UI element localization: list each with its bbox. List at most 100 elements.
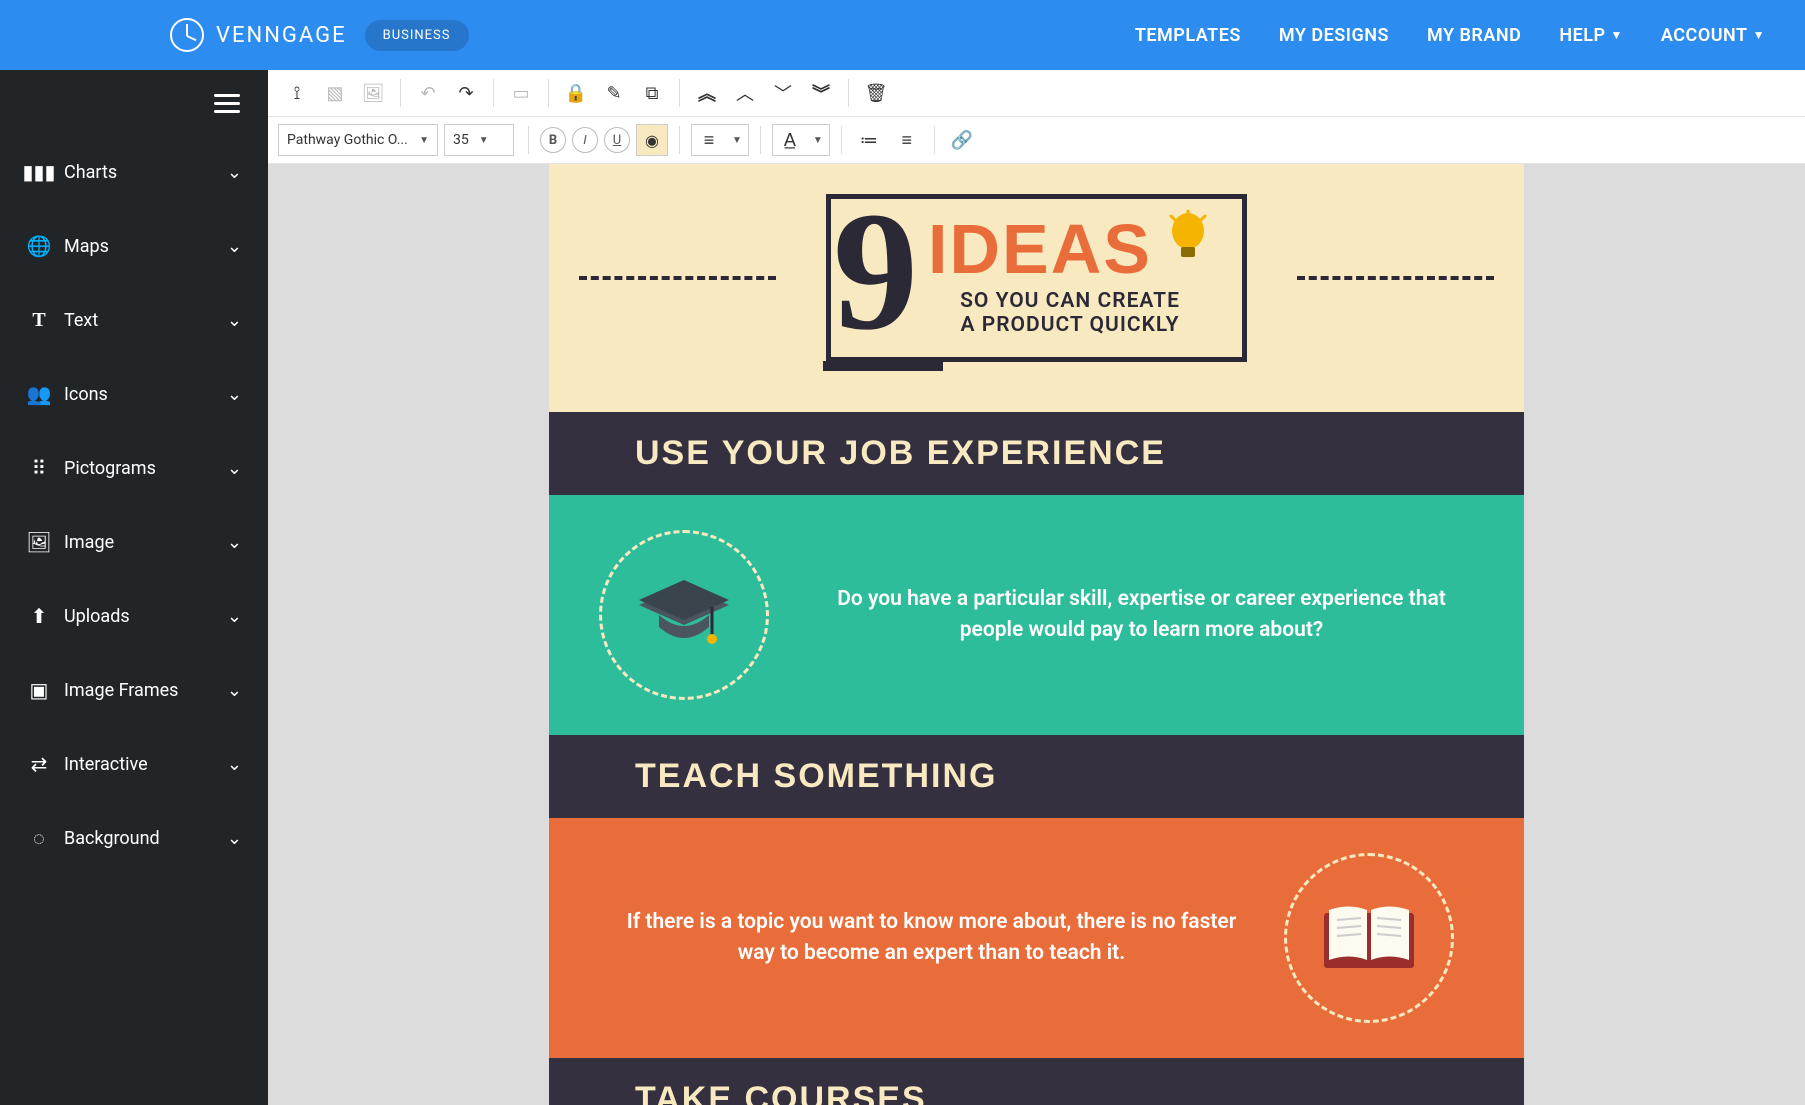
- font-select[interactable]: Pathway Gothic O... ▼: [278, 124, 438, 156]
- people-icon: 👥: [26, 382, 52, 406]
- chevron-down-icon: ⌄: [227, 236, 242, 257]
- image-placeholder-icon[interactable]: 🖼: [356, 76, 390, 110]
- section-heading-1[interactable]: USE YOUR JOB EXPERIENCE: [549, 412, 1524, 495]
- italic-button[interactable]: I: [572, 127, 598, 153]
- send-to-back-icon[interactable]: ︾: [804, 76, 838, 110]
- chevron-down-icon: ⌄: [227, 828, 242, 849]
- sidebar-item-text[interactable]: T Text ⌄: [0, 283, 268, 357]
- globe-icon: 🌐: [26, 234, 52, 258]
- orange-blurb[interactable]: If there is a topic you want to know mor…: [619, 907, 1244, 970]
- sidebar-item-pictograms[interactable]: ⠿ Pictograms ⌄: [0, 431, 268, 505]
- chevron-down-icon: ⌄: [227, 384, 242, 405]
- edit-icon[interactable]: ✎: [597, 76, 631, 110]
- copy-icon[interactable]: ⧉: [635, 76, 669, 110]
- delete-icon[interactable]: 🗑: [859, 76, 893, 110]
- sidebar-item-charts[interactable]: ▮▮▮ Charts ⌄: [0, 135, 268, 209]
- undo-icon[interactable]: ↶: [411, 76, 445, 110]
- nav-help[interactable]: HELP▼: [1559, 25, 1623, 46]
- brand-name: VENNGAGE: [216, 23, 347, 48]
- nav-my-designs[interactable]: MY DESIGNS: [1279, 25, 1389, 46]
- sidebar-item-maps[interactable]: 🌐 Maps ⌄: [0, 209, 268, 283]
- chevron-down-icon: ▼: [807, 135, 829, 146]
- toolbar-row-1: ⟟ ▧ 🖼 ↶ ↷ ▭ 🔒 ✎ ⧉ ︽ ︿ ﹀ ︾ 🗑: [268, 70, 1805, 117]
- bring-forward-icon[interactable]: ︿: [728, 76, 762, 110]
- book-circle[interactable]: [1284, 853, 1454, 1023]
- sidebar-item-uploads[interactable]: ⬆ Uploads ⌄: [0, 579, 268, 653]
- chevron-down-icon: ⌄: [227, 532, 242, 553]
- nav-account[interactable]: ACCOUNT▼: [1661, 25, 1765, 46]
- chevron-down-icon: ▼: [1611, 28, 1623, 42]
- sidebar: ▮▮▮ Charts ⌄ 🌐 Maps ⌄ T Text ⌄ 👥 Icons ⌄…: [0, 70, 268, 1105]
- chevron-down-icon: ▼: [1753, 28, 1765, 42]
- workspace: ⟟ ▧ 🖼 ↶ ↷ ▭ 🔒 ✎ ⧉ ︽ ︿ ﹀ ︾ 🗑 Pathway Goth…: [268, 70, 1805, 1105]
- sidebar-toggle[interactable]: [0, 70, 268, 135]
- chevron-down-icon: ⌄: [227, 310, 242, 331]
- sidebar-item-image-frames[interactable]: ▣ Image Frames ⌄: [0, 653, 268, 727]
- group-icon[interactable]: ▭: [504, 76, 538, 110]
- bar-chart-icon: ▮▮▮: [26, 160, 52, 184]
- top-nav: VENNGAGE BUSINESS TEMPLATES MY DESIGNS M…: [0, 0, 1805, 70]
- dashed-line: [579, 276, 776, 280]
- title-box[interactable]: 9 IDEAS SO YOU CAN CREATE A PRODUCT QUIC…: [826, 194, 1247, 362]
- chevron-down-icon: ⌄: [227, 162, 242, 183]
- chevron-down-icon: ⌄: [227, 754, 242, 775]
- chevron-down-icon: ▼: [726, 135, 748, 146]
- text-style-select[interactable]: A̲ ▼: [772, 124, 830, 156]
- drop-icon: ◌: [26, 826, 52, 851]
- text-color-swatch[interactable]: ◉: [636, 124, 668, 156]
- font-size-select[interactable]: 35 ▼: [444, 124, 514, 156]
- subtitle-line-1[interactable]: SO YOU CAN CREATE: [928, 289, 1212, 313]
- infographic-header[interactable]: 9 IDEAS SO YOU CAN CREATE A PRODUCT QUIC…: [549, 164, 1524, 412]
- canvas[interactable]: 9 IDEAS SO YOU CAN CREATE A PRODUCT QUIC…: [549, 164, 1524, 1105]
- chevron-down-icon: ⌄: [227, 458, 242, 479]
- sidebar-item-icons[interactable]: 👥 Icons ⌄: [0, 357, 268, 431]
- sidebar-item-image[interactable]: 🖼 Image ⌄: [0, 505, 268, 579]
- lock-icon[interactable]: 🔒: [559, 76, 593, 110]
- big-number[interactable]: 9: [833, 203, 918, 339]
- plan-badge[interactable]: BUSINESS: [365, 20, 469, 51]
- chevron-down-icon: ▼: [419, 135, 429, 146]
- nav-my-brand[interactable]: MY BRAND: [1427, 25, 1521, 46]
- link-icon[interactable]: 🔗: [945, 123, 979, 157]
- position-icon[interactable]: ⟟: [280, 76, 314, 110]
- align-select[interactable]: ≡ ▼: [691, 124, 749, 156]
- sidebar-item-interactive[interactable]: ⇄ Interactive ⌄: [0, 727, 268, 801]
- bring-to-front-icon[interactable]: ︽: [690, 76, 724, 110]
- section-heading-3[interactable]: TAKE COURSES: [549, 1058, 1524, 1105]
- image-icon: 🖼: [26, 530, 52, 554]
- open-book-icon: [1319, 888, 1419, 988]
- section-teal[interactable]: Do you have a particular skill, expertis…: [549, 495, 1524, 735]
- list-bullet-icon[interactable]: ≡: [890, 123, 924, 157]
- grid-icon: ⠿: [26, 456, 52, 480]
- canvas-viewport[interactable]: 9 IDEAS SO YOU CAN CREATE A PRODUCT QUIC…: [268, 164, 1805, 1105]
- graduation-cap-circle[interactable]: [599, 530, 769, 700]
- chevron-down-icon: ⌄: [227, 680, 242, 701]
- redo-icon[interactable]: ↷: [449, 76, 483, 110]
- align-left-icon: ≡: [692, 125, 726, 155]
- ideas-word[interactable]: IDEAS: [928, 209, 1152, 289]
- send-backward-icon[interactable]: ﹀: [766, 76, 800, 110]
- drop-icon: ◉: [645, 131, 659, 150]
- nav-menu: TEMPLATES MY DESIGNS MY BRAND HELP▼ ACCO…: [1135, 25, 1765, 46]
- text-height-icon: A̲: [773, 125, 807, 155]
- shuffle-icon: ⇄: [26, 752, 52, 776]
- section-heading-2[interactable]: TEACH SOMETHING: [549, 735, 1524, 818]
- chevron-down-icon: ▼: [479, 135, 489, 146]
- nav-templates[interactable]: TEMPLATES: [1135, 25, 1241, 46]
- title-underbar: [823, 361, 943, 371]
- subtitle-line-2[interactable]: A PRODUCT QUICKLY: [928, 313, 1212, 337]
- list-ordered-icon[interactable]: ≔: [852, 123, 886, 157]
- logo[interactable]: VENNGAGE: [170, 18, 347, 52]
- clock-logo-icon: [170, 18, 204, 52]
- crop-icon[interactable]: ▧: [318, 76, 352, 110]
- lightbulb-icon[interactable]: [1164, 209, 1212, 257]
- teal-blurb[interactable]: Do you have a particular skill, expertis…: [809, 584, 1474, 647]
- chevron-down-icon: ⌄: [227, 606, 242, 627]
- sidebar-item-background[interactable]: ◌ Background ⌄: [0, 801, 268, 875]
- upload-icon: ⬆: [26, 604, 52, 628]
- section-orange[interactable]: If there is a topic you want to know mor…: [549, 818, 1524, 1058]
- text-icon: T: [26, 309, 52, 332]
- bold-button[interactable]: B: [540, 127, 566, 153]
- underline-button[interactable]: U: [604, 127, 630, 153]
- frame-icon: ▣: [26, 678, 52, 702]
